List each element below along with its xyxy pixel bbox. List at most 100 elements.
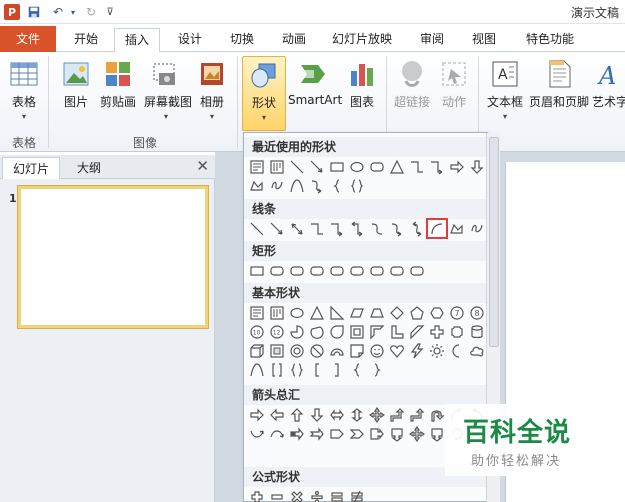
shape-callr-icon[interactable] xyxy=(367,424,387,443)
shape-can-icon[interactable] xyxy=(467,322,487,341)
shape-arcsh-icon[interactable] xyxy=(426,218,448,239)
shape-rrect-icon[interactable] xyxy=(267,261,287,280)
shape-moon-icon[interactable] xyxy=(447,341,467,360)
shape-elbow-icon[interactable] xyxy=(407,157,427,176)
shape-rect-icon[interactable] xyxy=(327,157,347,176)
header-footer-button[interactable]: 页眉和页脚 xyxy=(528,56,590,122)
shape-equal-icon[interactable] xyxy=(327,487,347,502)
shape-curvup-icon[interactable] xyxy=(247,424,267,443)
shape-uarrow-icon[interactable] xyxy=(287,405,307,424)
tab-outline[interactable]: 大纲 xyxy=(62,157,116,179)
shape-lshape-icon[interactable] xyxy=(387,322,407,341)
shape-div-icon[interactable] xyxy=(307,487,327,502)
shapes-button[interactable]: 形状 ▾ xyxy=(242,56,286,131)
shape-notched-icon[interactable] xyxy=(307,424,327,443)
shape-chevron-icon[interactable] xyxy=(347,424,367,443)
tab-design[interactable]: 设计 xyxy=(168,28,212,52)
shape-diagstripe-icon[interactable] xyxy=(407,322,427,341)
tab-slides[interactable]: 幻灯片 xyxy=(2,157,60,179)
shape-curvea-icon[interactable] xyxy=(387,219,407,238)
shape-oval-icon[interactable] xyxy=(287,303,307,322)
shape-circ10-icon[interactable]: 10 xyxy=(247,322,267,341)
tab-file[interactable]: 文件 xyxy=(0,26,56,52)
shape-hex-icon[interactable] xyxy=(427,303,447,322)
shape-blockarc-icon[interactable] xyxy=(327,341,347,360)
shape-callc-icon[interactable] xyxy=(387,424,407,443)
shape-rrect-icon[interactable] xyxy=(347,261,367,280)
shape-freeform-icon[interactable] xyxy=(447,219,467,238)
shape-pent-icon[interactable] xyxy=(407,303,427,322)
shape-bolt-icon[interactable] xyxy=(407,341,427,360)
undo-icon[interactable]: ↶ xyxy=(48,3,68,21)
shape-callc-icon[interactable] xyxy=(427,424,447,443)
picture-button[interactable]: 图片 xyxy=(54,56,98,122)
shape-teardrop-icon[interactable] xyxy=(327,322,347,341)
shape-tri-icon[interactable] xyxy=(387,157,407,176)
shape-circ8-icon[interactable]: 8 xyxy=(467,303,487,322)
tab-animations[interactable]: 动画 xyxy=(272,28,316,52)
shape-larrow-icon[interactable] xyxy=(267,405,287,424)
text-box-button[interactable]: A 文本框 ▾ xyxy=(484,56,526,122)
redo-icon[interactable]: ↻ xyxy=(82,3,100,21)
shape-folded-icon[interactable] xyxy=(347,341,367,360)
shape-arrow-icon[interactable] xyxy=(267,219,287,238)
chart-button[interactable]: 图表 xyxy=(342,56,382,122)
screenshot-button[interactable]: 屏幕截图 ▾ xyxy=(144,56,192,122)
shape-lrarrow-icon[interactable] xyxy=(327,405,347,424)
action-button[interactable]: 动作 xyxy=(434,56,474,122)
shape-oval-icon[interactable] xyxy=(347,157,367,176)
smartart-button[interactable]: SmartArt xyxy=(288,56,342,122)
shape-uturn-icon[interactable] xyxy=(427,405,447,424)
shape-scribble-icon[interactable] xyxy=(467,219,487,238)
shape-udarrow-icon[interactable] xyxy=(347,405,367,424)
powerpoint-logo-icon[interactable]: P xyxy=(4,4,20,20)
shape-rrect-icon[interactable] xyxy=(367,261,387,280)
shape-rrect-icon[interactable] xyxy=(327,261,347,280)
shape-elbowa-icon[interactable] xyxy=(327,219,347,238)
shape-trap-icon[interactable] xyxy=(367,303,387,322)
tab-review[interactable]: 审阅 xyxy=(410,28,454,52)
shape-quad-icon[interactable] xyxy=(367,405,387,424)
tab-special-features[interactable]: 特色功能 xyxy=(514,28,586,52)
shape-arc-icon[interactable] xyxy=(247,360,267,379)
shape-elbow-icon[interactable] xyxy=(307,219,327,238)
shape-rrect-icon[interactable] xyxy=(307,261,327,280)
shape-quad-icon[interactable] xyxy=(407,424,427,443)
shape-rrect-icon[interactable] xyxy=(387,261,407,280)
shape-lbrace-icon[interactable] xyxy=(327,176,347,195)
shape-rarrow-icon[interactable] xyxy=(247,405,267,424)
shape-arc-icon[interactable] xyxy=(287,176,307,195)
shape-darrowb-icon[interactable] xyxy=(467,157,487,176)
shape-curvea-icon[interactable] xyxy=(307,176,327,195)
shape-curved-icon[interactable] xyxy=(407,219,427,238)
shape-para-icon[interactable] xyxy=(347,303,367,322)
hyperlink-button[interactable]: 超链接 xyxy=(390,56,434,122)
tab-home[interactable]: 开始 xyxy=(64,28,108,52)
shape-diamond-icon[interactable] xyxy=(387,303,407,322)
shape-noteq-icon[interactable] xyxy=(347,487,367,502)
shape-rrect-icon[interactable] xyxy=(367,157,387,176)
save-icon[interactable] xyxy=(26,3,42,21)
shape-brace-icon[interactable] xyxy=(347,176,367,195)
shape-vtext-icon[interactable] xyxy=(267,157,287,176)
shape-elbowa-icon[interactable] xyxy=(427,157,447,176)
shape-heart-icon[interactable] xyxy=(387,341,407,360)
table-button[interactable]: 表格 ▾ xyxy=(2,56,46,122)
shape-cube-icon[interactable] xyxy=(247,341,267,360)
shape-plaque-icon[interactable] xyxy=(447,322,467,341)
shape-nosym-icon[interactable] xyxy=(307,341,327,360)
customize-toolbar-icon[interactable]: ⊽ xyxy=(104,3,116,21)
shape-darrowb-icon[interactable] xyxy=(307,405,327,424)
shape-curve-icon[interactable] xyxy=(367,219,387,238)
shape-brace-icon[interactable] xyxy=(287,360,307,379)
shape-line-icon[interactable] xyxy=(247,219,267,238)
tab-slideshow[interactable]: 幻灯片放映 xyxy=(324,28,400,52)
shape-frame-icon[interactable] xyxy=(347,322,367,341)
shape-plus-icon[interactable] xyxy=(247,487,267,502)
tab-transitions[interactable]: 切换 xyxy=(220,28,264,52)
shape-rtri-icon[interactable] xyxy=(327,303,347,322)
shape-pie-icon[interactable] xyxy=(287,322,307,341)
shape-rbrace-icon[interactable] xyxy=(367,360,387,379)
slide-thumbnail[interactable] xyxy=(18,186,208,328)
tab-view[interactable]: 视图 xyxy=(462,28,506,52)
